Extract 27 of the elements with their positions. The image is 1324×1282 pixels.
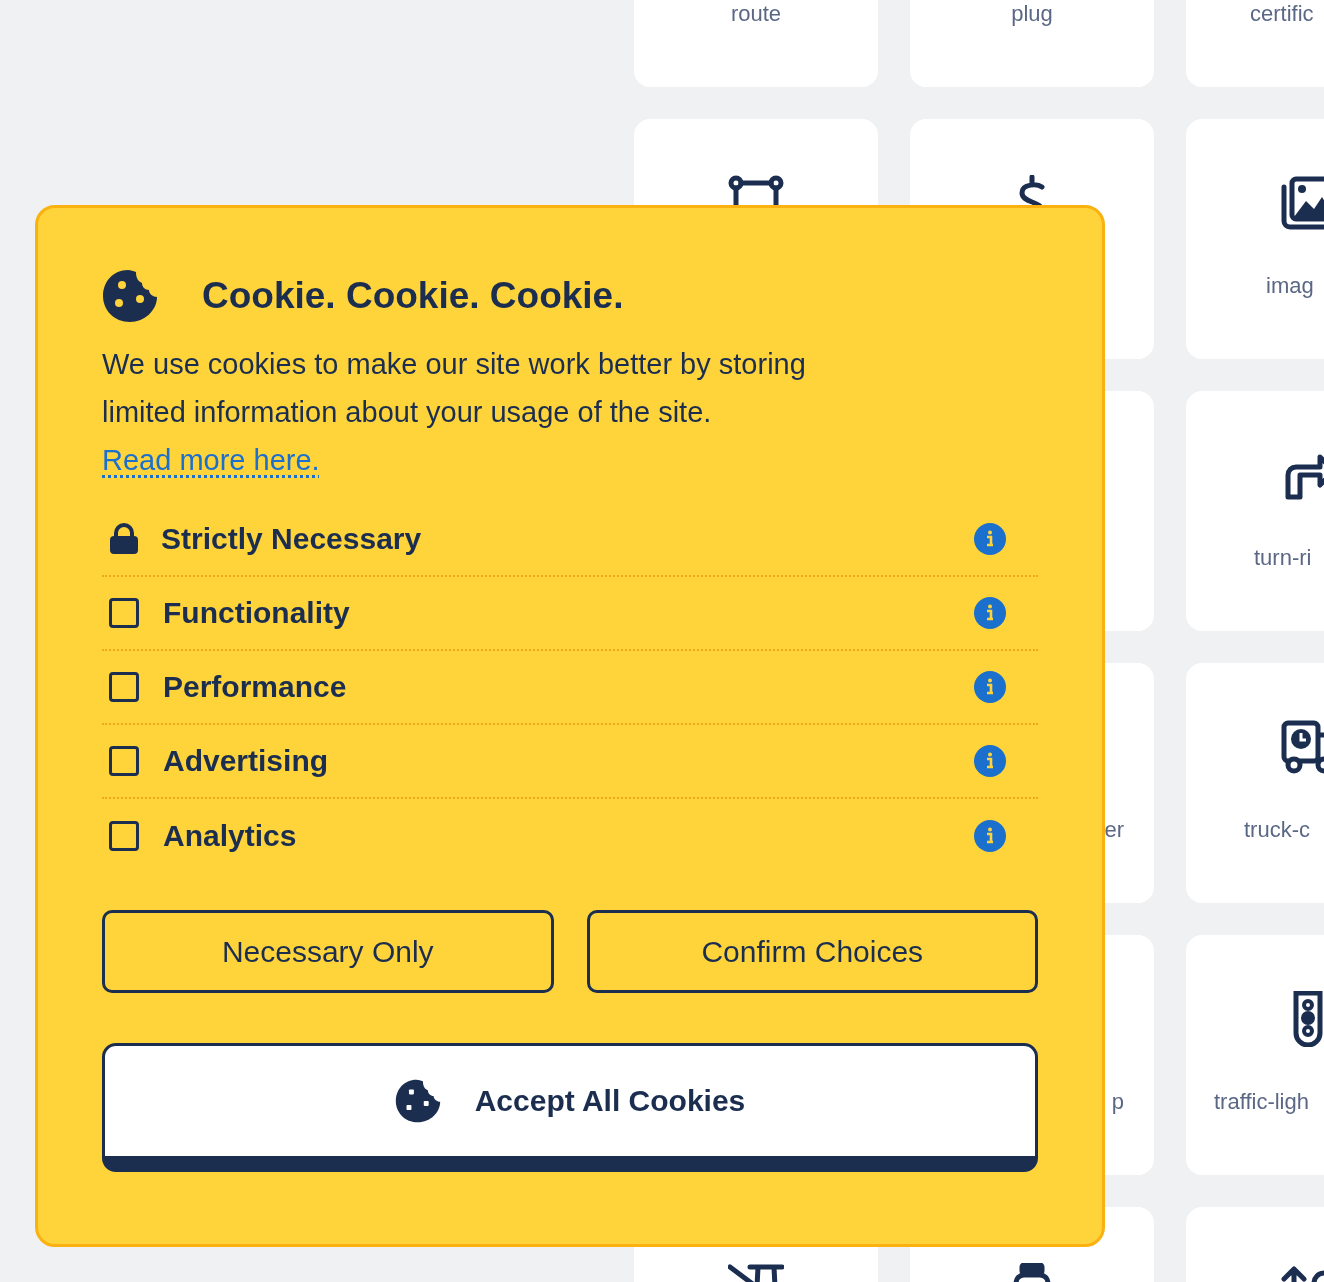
card-label: route <box>729 0 783 28</box>
icon-card[interactable]: turn-ri <box>1186 391 1324 631</box>
cookie-description: We use cookies to make our site work better by storing limited information about your usage of the site. Read more here. <box>102 347 807 478</box>
icon-card[interactable]: traffic-ligh <box>1186 935 1324 1175</box>
icon-card[interactable]: plug <box>910 0 1154 87</box>
card-label: er <box>1104 816 1124 844</box>
card-label: traffic-ligh <box>1214 1088 1310 1116</box>
icon-card[interactable]: route <box>634 0 878 87</box>
choice-button[interactable]: Confirm Choices <box>586 910 1038 993</box>
card-label: p <box>1111 1088 1124 1116</box>
accept-all-button[interactable]: Accept All Cookies <box>102 1043 1038 1172</box>
choice-button[interactable]: Necessary Only <box>102 910 554 993</box>
card-label: plug <box>1010 0 1054 28</box>
category-label: Performance <box>163 670 348 704</box>
card-label: imag <box>1266 272 1315 300</box>
category-label: Functionality <box>163 596 351 630</box>
card-label: turn-ri <box>1254 544 1313 572</box>
dialog-title: Cookie. Cookie. Cookie. <box>202 275 624 317</box>
category-label: Advertising <box>163 744 330 778</box>
card-label: truck-c <box>1244 816 1311 844</box>
category-label: Analytics <box>163 819 298 853</box>
icon-card[interactable]: truck-c <box>1186 663 1324 903</box>
category-label: Strictly Necessary <box>161 522 423 556</box>
icon-card[interactable]: imag <box>1186 119 1324 359</box>
read-more-link[interactable]: Read more here. <box>102 444 320 476</box>
card-label: certific <box>1250 0 1315 28</box>
icon-card[interactable]: certific <box>1186 0 1324 87</box>
